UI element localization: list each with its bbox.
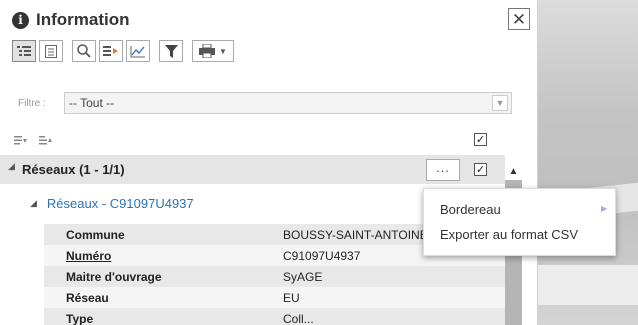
zoom-button[interactable] [72, 40, 96, 62]
list-view-icon [45, 44, 57, 58]
list-view-button[interactable] [39, 40, 63, 62]
chevron-down-icon[interactable]: ▼ [492, 95, 508, 111]
attribute-name: Commune [66, 227, 125, 242]
more-options-button[interactable]: ... [426, 159, 460, 181]
expand-all-icon[interactable] [14, 136, 27, 148]
printer-icon [199, 44, 216, 58]
export-button[interactable] [99, 40, 123, 62]
information-panel: i Information ✕ ▼ Filtre: -- Tout -- ▼ … [0, 0, 616, 325]
chart-button[interactable] [126, 40, 150, 62]
filter-select-value: -- Tout -- [69, 96, 115, 110]
attribute-value: SyAGE [283, 269, 323, 284]
map-background [538, 0, 638, 325]
section-label: Réseaux (1 - 1/1) [22, 162, 125, 177]
filter-button[interactable] [159, 40, 183, 62]
menu-item-export-csv[interactable]: Exporter au format CSV [440, 227, 578, 242]
table-row: Réseau EU [44, 287, 505, 308]
attribute-name: Réseau [66, 290, 109, 305]
tree-view-button[interactable] [12, 40, 36, 62]
collapse-triangle-icon[interactable]: ◢ [30, 198, 37, 209]
search-icon [77, 44, 91, 58]
close-button[interactable]: ✕ [508, 8, 530, 30]
attribute-value: Coll... [283, 311, 314, 325]
panel-header: i Information [12, 10, 130, 30]
select-all-checkbox[interactable]: ✓ [474, 133, 487, 146]
attribute-name: Maitre d'ouvrage [66, 269, 162, 284]
context-menu: Bordereau ▶ Exporter au format CSV [423, 188, 616, 256]
section-header[interactable]: ◢ Réseaux (1 - 1/1) ... ✓ [0, 155, 505, 184]
collapse-all-icon[interactable] [39, 136, 52, 148]
filter-icon [164, 44, 178, 58]
info-icon: i [12, 11, 29, 29]
sort-controls [14, 136, 52, 148]
item-link[interactable]: Réseaux - C91097U4937 [47, 196, 194, 211]
filter-select[interactable]: -- Tout -- ▼ [64, 92, 512, 114]
print-dropdown[interactable]: ▼ [192, 40, 234, 62]
collapse-triangle-icon[interactable]: ◢ [8, 161, 15, 172]
table-row: Maitre d'ouvrage SyAGE [44, 266, 505, 287]
filter-label: Filtre : [18, 97, 46, 109]
export-icon [103, 46, 118, 56]
menu-item-bordereau[interactable]: Bordereau [440, 202, 501, 217]
submenu-arrow-icon: ▶ [601, 204, 608, 213]
attribute-name-link[interactable]: Numéro [44, 249, 283, 263]
attribute-value: EU [283, 290, 300, 305]
section-checkbox[interactable]: ✓ [474, 163, 487, 176]
tree-view-icon [17, 46, 31, 56]
item-row[interactable]: ◢ Réseaux - C91097U4937 [30, 196, 194, 211]
chevron-down-icon: ▼ [219, 46, 227, 56]
scroll-up-icon[interactable]: ▲ [505, 162, 522, 180]
panel-title: Information [36, 10, 130, 29]
filter-row: Filtre : -- Tout -- ▼ [18, 92, 512, 114]
table-row: Type Coll... [44, 308, 505, 325]
toolbar: ▼ [12, 40, 234, 62]
attribute-name: Type [66, 311, 94, 325]
chart-icon [130, 45, 145, 57]
